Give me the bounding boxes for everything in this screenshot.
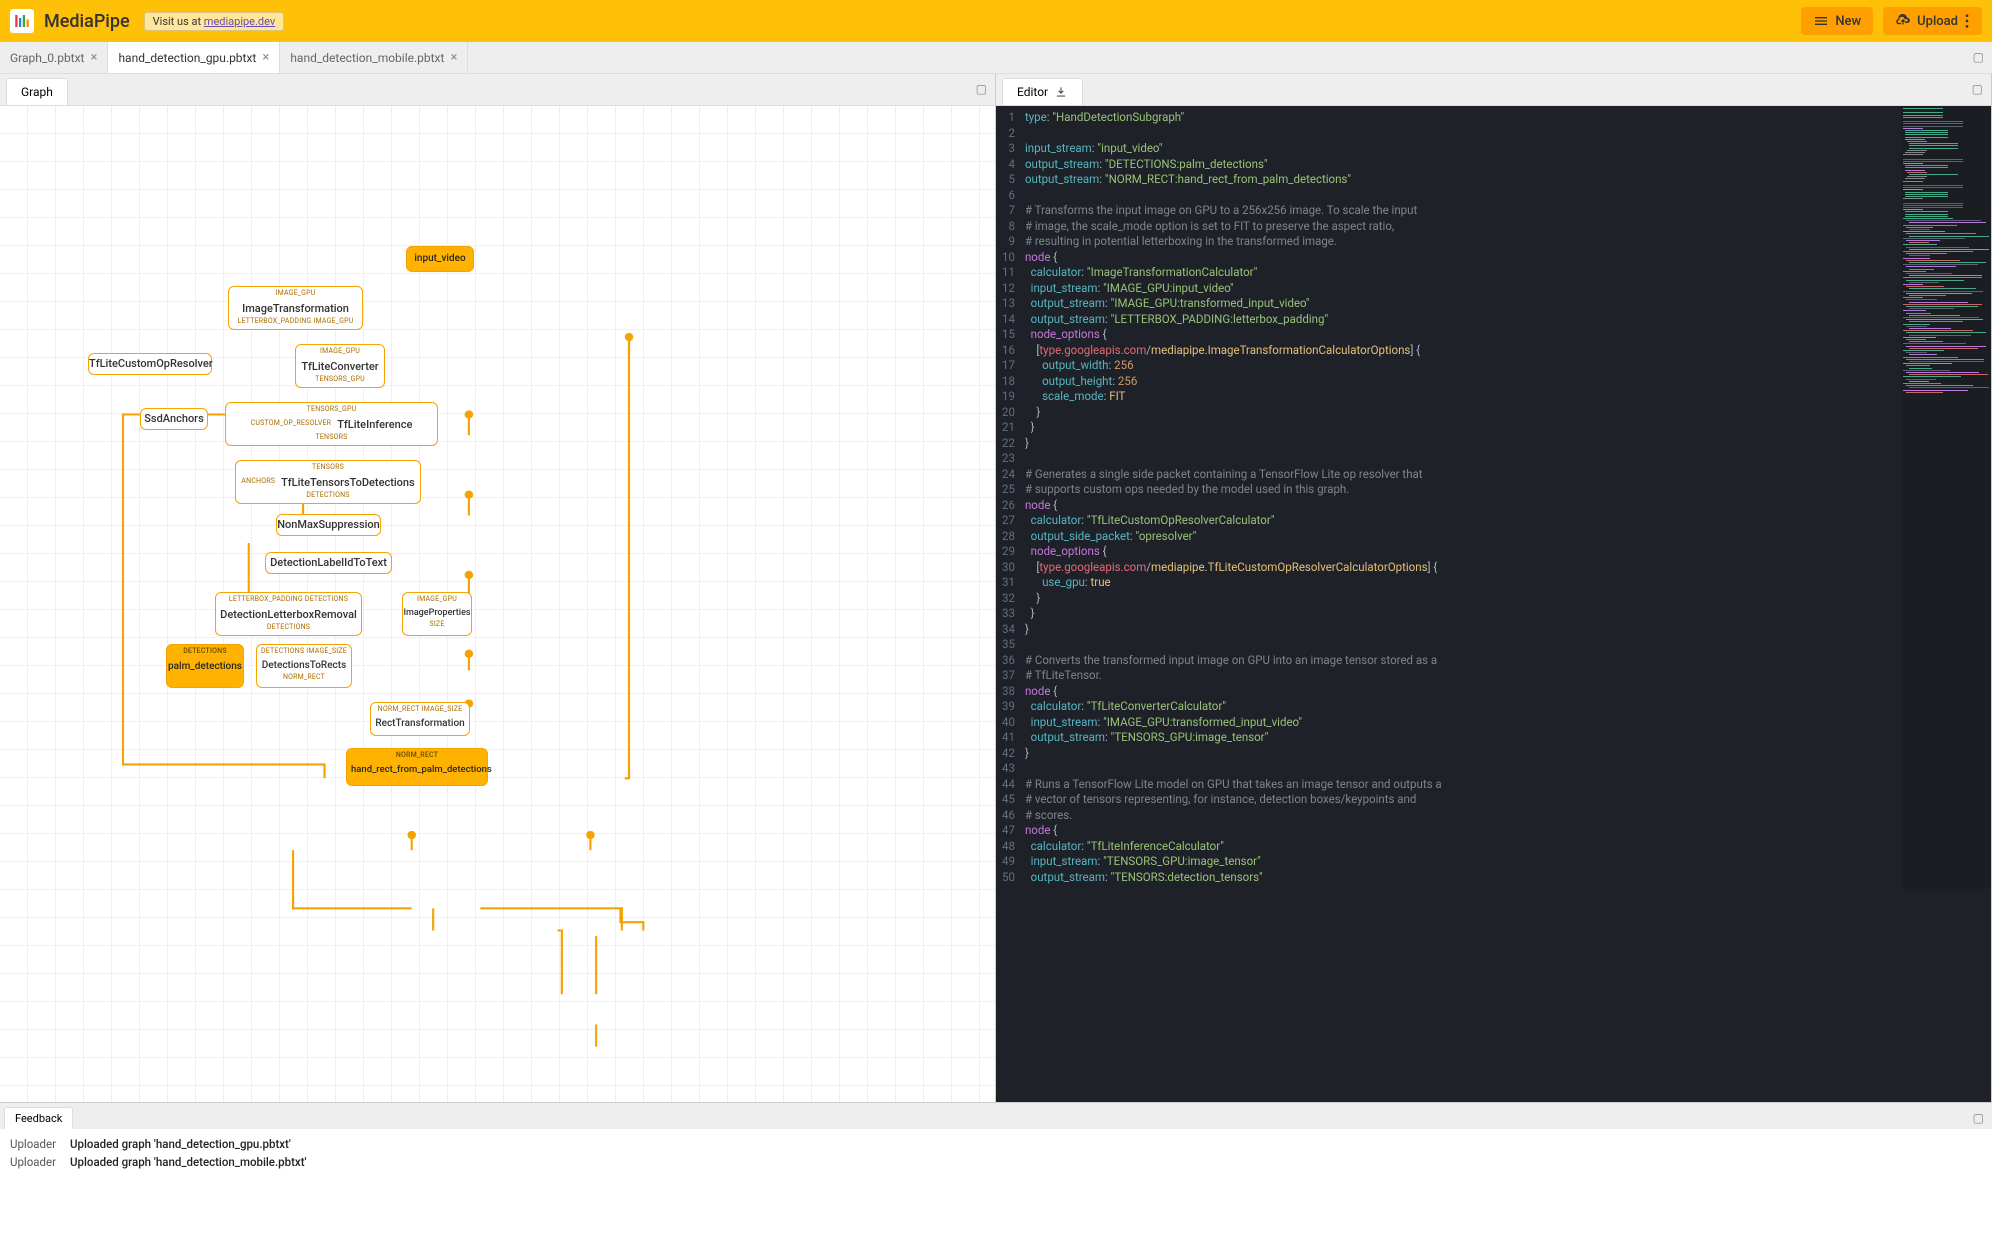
feedback-row: UploaderUploaded graph 'hand_detection_g…: [10, 1135, 1982, 1153]
node-tflite-inference[interactable]: TENSORS_GPUCUSTOM_OP_RESOLVERTfLiteInfer…: [225, 402, 438, 446]
cloud-upload-icon: [1895, 13, 1911, 29]
maximize-icon[interactable]: ▢: [1965, 42, 1992, 73]
node-hand-rect[interactable]: NORM_RECThand_rect_from_palm_detections: [346, 748, 488, 786]
feedback-panel: Feedback ▢ UploaderUploaded graph 'hand_…: [0, 1102, 1992, 1242]
node-detections-to-rects[interactable]: DETECTIONS IMAGE_SIZEDetectionsToRectsNO…: [256, 644, 352, 688]
tab-editor[interactable]: Editor: [1002, 78, 1083, 105]
node-tensors-to-detections[interactable]: TENSORSANCHORSTfLiteTensorsToDetectionsD…: [235, 460, 421, 504]
upload-button[interactable]: Upload: [1883, 7, 1982, 35]
panel-maximize-icon[interactable]: ▢: [1965, 1103, 1992, 1129]
node-tflite-customop[interactable]: TfLiteCustomOpResolver: [88, 353, 212, 375]
file-tabs: Graph_0.pbtxt×hand_detection_gpu.pbtxt×h…: [0, 42, 1992, 74]
file-tab-0[interactable]: Graph_0.pbtxt×: [0, 42, 108, 73]
node-nms[interactable]: NonMaxSuppression: [276, 514, 381, 536]
code-editor[interactable]: 1234567891011121314151617181920212223242…: [996, 106, 1991, 889]
app-header: MediaPipe Visit us at mediapipe.dev New …: [0, 0, 1992, 42]
download-icon[interactable]: [1054, 85, 1068, 99]
visit-link[interactable]: mediapipe.dev: [204, 15, 275, 28]
panel-maximize-icon[interactable]: ▢: [1964, 74, 1991, 105]
close-icon[interactable]: ×: [262, 50, 269, 65]
menu-icon: [1813, 13, 1829, 29]
node-rect-transformation[interactable]: NORM_RECT IMAGE_SIZERectTransformation: [370, 702, 470, 736]
node-tflite-converter[interactable]: IMAGE_GPUTfLiteConverterTENSORS_GPU: [295, 344, 385, 388]
node-input-video[interactable]: input_video: [406, 246, 474, 272]
close-icon[interactable]: ×: [450, 50, 457, 65]
panel-maximize-icon[interactable]: ▢: [968, 74, 995, 105]
node-image-transformation[interactable]: IMAGE_GPUImageTransformationLETTERBOX_PA…: [228, 286, 363, 330]
tab-graph[interactable]: Graph: [6, 78, 68, 105]
tab-feedback[interactable]: Feedback: [4, 1107, 73, 1129]
node-label-id[interactable]: DetectionLabelIdToText: [265, 552, 392, 574]
close-icon[interactable]: ×: [90, 50, 97, 65]
logo: MediaPipe: [10, 9, 130, 33]
node-ssd-anchors[interactable]: SsdAnchors: [140, 408, 208, 430]
minimap[interactable]: [1901, 106, 1991, 889]
app-name: MediaPipe: [44, 11, 130, 32]
line-gutter: 1234567891011121314151617181920212223242…: [996, 106, 1025, 889]
node-palm-detections[interactable]: DETECTIONSpalm_detections: [166, 644, 244, 688]
new-button[interactable]: New: [1801, 7, 1873, 35]
editor-panel: Editor ▢ 1234567891011121314151617181920…: [996, 74, 1992, 1102]
graph-canvas[interactable]: input_video IMAGE_GPUImageTransformation…: [0, 106, 995, 1102]
logo-icon: [10, 9, 34, 33]
file-tab-2[interactable]: hand_detection_mobile.pbtxt×: [280, 42, 468, 73]
node-letterbox-removal[interactable]: LETTERBOX_PADDING DETECTIONSDetectionLet…: [215, 592, 362, 636]
node-image-properties[interactable]: IMAGE_GPUImagePropertiesSIZE: [402, 592, 472, 636]
more-icon: [1964, 13, 1970, 29]
graph-panel: Graph ▢: [0, 74, 996, 1102]
feedback-row: UploaderUploaded graph 'hand_detection_m…: [10, 1153, 1982, 1171]
visit-badge: Visit us at mediapipe.dev: [144, 12, 285, 31]
file-tab-1[interactable]: hand_detection_gpu.pbtxt×: [108, 42, 280, 73]
